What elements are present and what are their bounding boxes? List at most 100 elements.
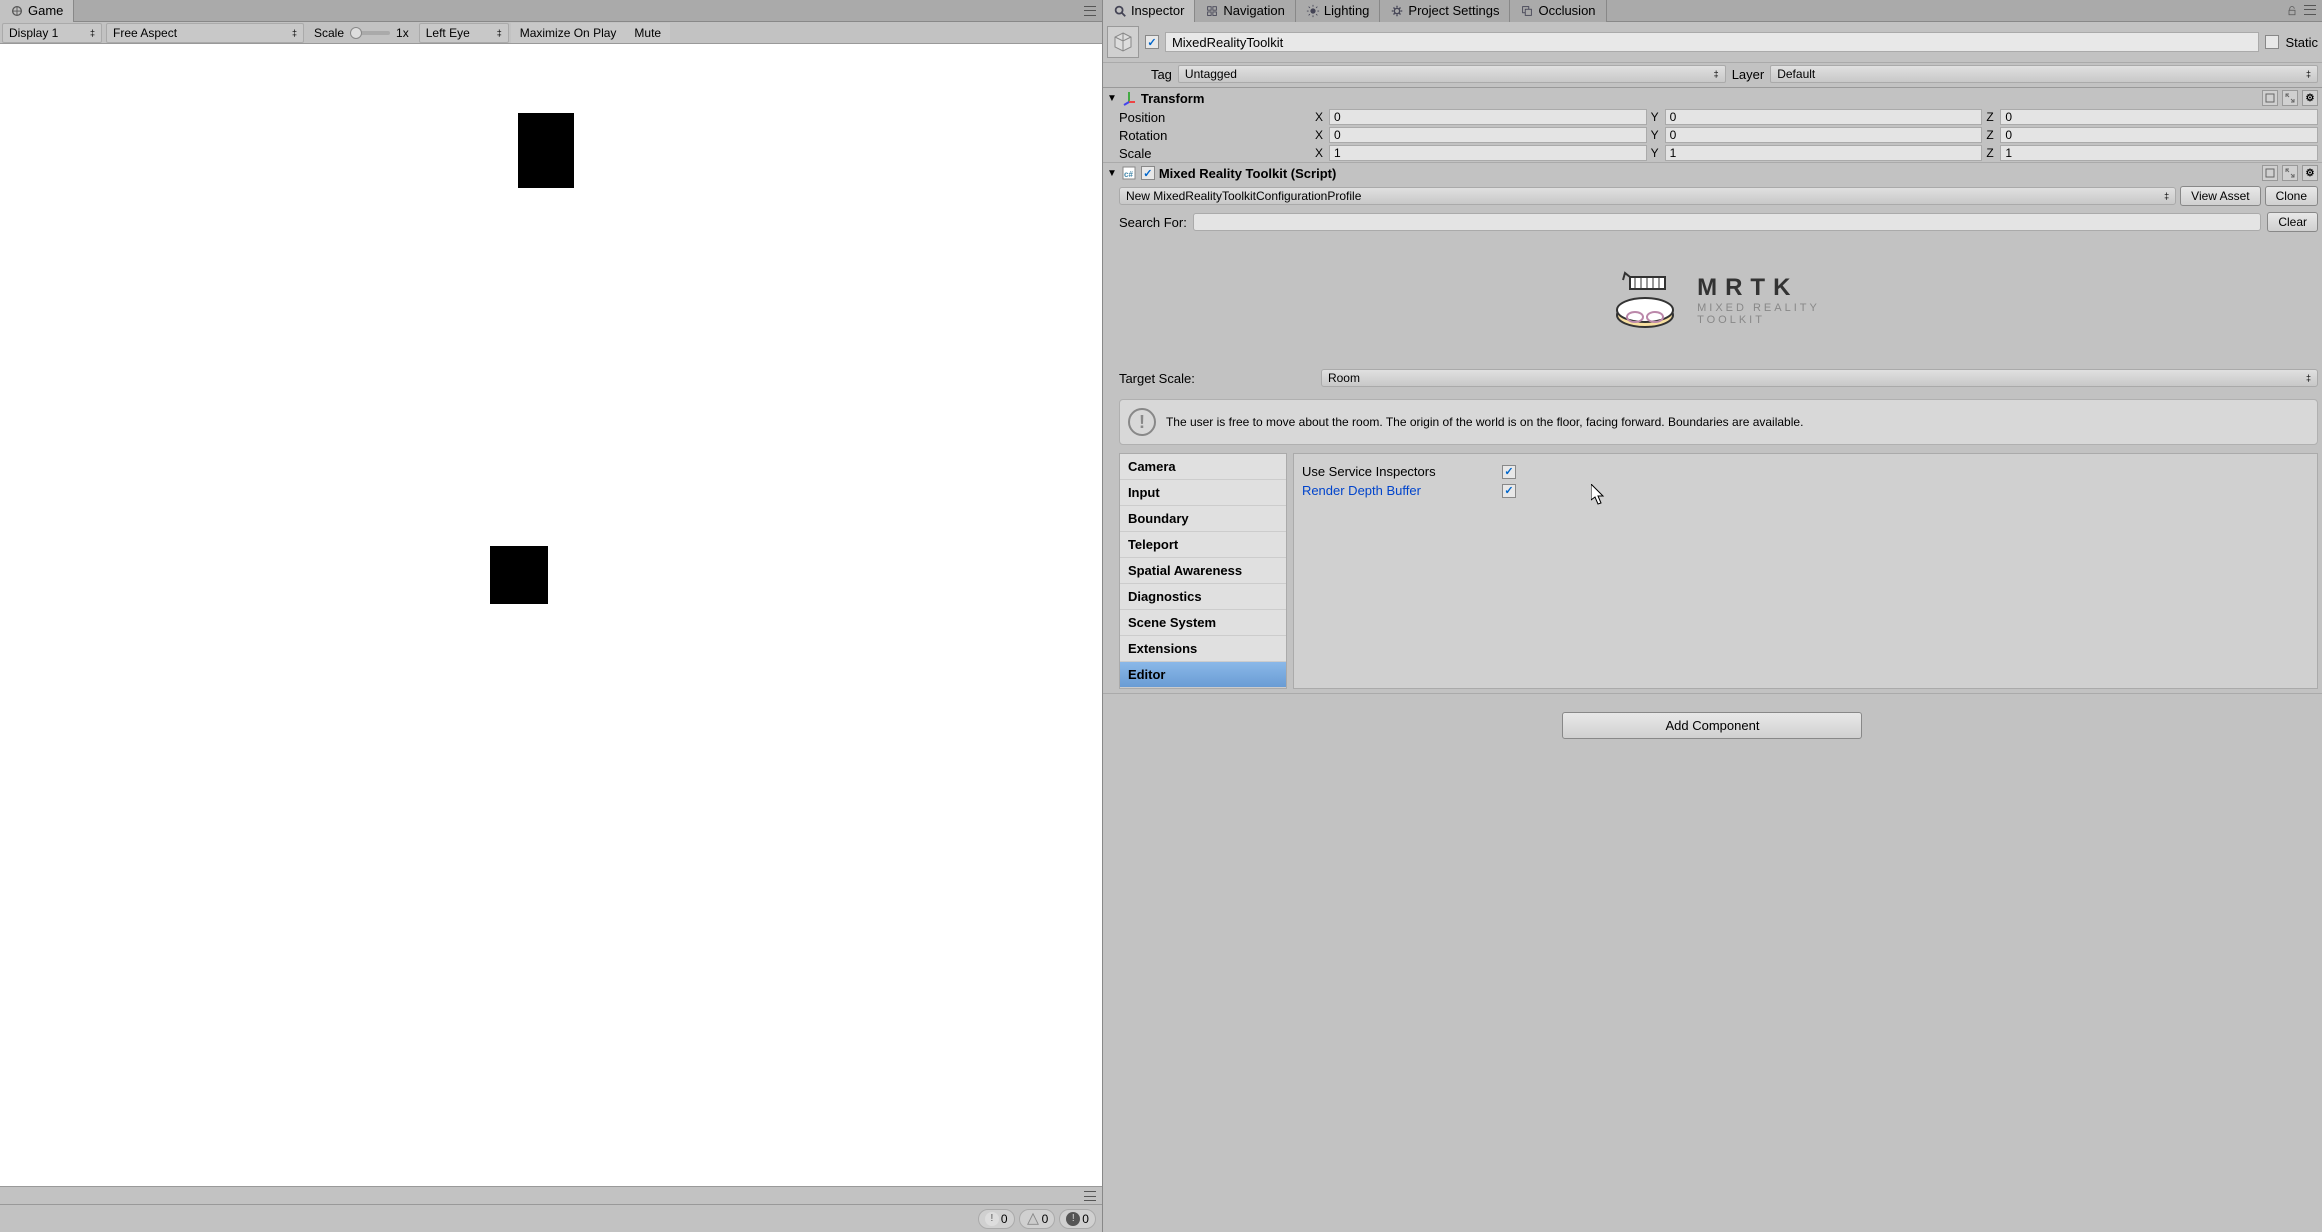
mrtk-enabled-checkbox[interactable]	[1141, 166, 1155, 180]
search-input[interactable]	[1193, 213, 2261, 231]
navigation-tab[interactable]: Navigation	[1195, 0, 1295, 22]
inspector-icon	[1113, 4, 1127, 18]
profile-value: New MixedRealityToolkitConfigurationProf…	[1126, 189, 1361, 203]
rotation-x-input[interactable]	[1329, 127, 1647, 143]
gameobject-header: Static	[1103, 22, 2322, 63]
info-icon: !	[1128, 408, 1156, 436]
render-depth-checkbox[interactable]	[1502, 484, 1516, 498]
transform-foldout-icon[interactable]: ▼	[1107, 93, 1117, 104]
inspector-tab[interactable]: Inspector	[1103, 0, 1195, 22]
lighting-tab[interactable]: Lighting	[1296, 0, 1381, 22]
gameobject-active-checkbox[interactable]	[1145, 35, 1159, 49]
config-tab-spatial[interactable]: Spatial Awareness	[1120, 558, 1286, 584]
mrtk-title: Mixed Reality Toolkit (Script)	[1159, 166, 1336, 181]
z-label: Z	[1986, 110, 1998, 124]
position-label: Position	[1119, 110, 1311, 125]
mrtk-logo-sub1: MIXED REALITY	[1697, 302, 1820, 314]
navigation-icon	[1205, 4, 1219, 18]
console-header	[0, 1186, 1102, 1204]
clone-button[interactable]: Clone	[2265, 186, 2318, 206]
rotation-row: Rotation X Y Z	[1103, 126, 2322, 144]
navigation-tab-label: Navigation	[1223, 3, 1284, 18]
scale-z-input[interactable]	[2000, 145, 2318, 161]
render-depth-label[interactable]: Render Depth Buffer	[1302, 483, 1494, 498]
gameobject-icon[interactable]	[1107, 26, 1139, 58]
console-bar: ! 0 0 ! 0	[0, 1204, 1102, 1232]
display-dropdown[interactable]: Display 1‡	[2, 23, 102, 43]
scale-slider[interactable]: Scale 1x	[306, 26, 417, 40]
error-count: 0	[1082, 1212, 1089, 1226]
inspector-menu-icon[interactable]	[2304, 5, 2316, 15]
z-label: Z	[1986, 128, 1998, 142]
layer-dropdown[interactable]: Default‡	[1770, 65, 2318, 83]
panel-menu-icon[interactable]	[1084, 6, 1096, 16]
mrtk-foldout-icon[interactable]: ▼	[1107, 168, 1117, 179]
rotation-z-input[interactable]	[2000, 127, 2318, 143]
static-label: Static	[2285, 35, 2318, 50]
tag-value: Untagged	[1185, 67, 1237, 81]
mrtk-settings-button[interactable]: ⚙	[2302, 165, 2318, 181]
config-tab-diagnostics[interactable]: Diagnostics	[1120, 584, 1286, 610]
project-settings-tab[interactable]: Project Settings	[1380, 0, 1510, 22]
profile-row: New MixedRealityToolkitConfigurationProf…	[1103, 183, 2322, 209]
view-asset-button[interactable]: View Asset	[2180, 186, 2260, 206]
scale-y-input[interactable]	[1665, 145, 1983, 161]
inspector-tab-bar: Inspector Navigation Lighting Project Se…	[1103, 0, 2322, 22]
lighting-tab-label: Lighting	[1324, 3, 1370, 18]
scale-label: Scale	[314, 26, 344, 40]
config-tab-scene[interactable]: Scene System	[1120, 610, 1286, 636]
lock-icon[interactable]	[2286, 5, 2298, 17]
config-tab-boundary[interactable]: Boundary	[1120, 506, 1286, 532]
maximize-button[interactable]: Maximize On Play	[511, 23, 626, 43]
mrtk-help-button[interactable]	[2262, 165, 2278, 181]
gameobject-name-input[interactable]	[1165, 32, 2260, 52]
layer-label: Layer	[1732, 67, 1765, 82]
config-tab-camera[interactable]: Camera	[1120, 454, 1286, 480]
clear-button[interactable]: Clear	[2267, 212, 2318, 232]
occlusion-tab[interactable]: Occlusion	[1510, 0, 1606, 22]
transform-reset-button[interactable]	[2282, 90, 2298, 106]
transform-title: Transform	[1141, 91, 1205, 106]
aspect-dropdown[interactable]: Free Aspect‡	[106, 23, 304, 43]
config-tab-teleport[interactable]: Teleport	[1120, 532, 1286, 558]
position-z-input[interactable]	[2000, 109, 2318, 125]
profile-dropdown[interactable]: New MixedRealityToolkitConfigurationProf…	[1119, 187, 2176, 205]
game-tab[interactable]: Game	[0, 0, 74, 22]
console-info-badge[interactable]: ! 0	[978, 1209, 1015, 1229]
game-object-1	[518, 113, 574, 188]
mrtk-reset-button[interactable]	[2282, 165, 2298, 181]
target-scale-label: Target Scale:	[1119, 371, 1315, 386]
transform-settings-button[interactable]: ⚙	[2302, 90, 2318, 106]
config-tab-editor[interactable]: Editor	[1120, 662, 1286, 688]
svg-text:c#: c#	[1124, 170, 1133, 179]
transform-header[interactable]: ▼ Transform ⚙	[1103, 88, 2322, 108]
mrtk-header[interactable]: ▼ c# Mixed Reality Toolkit (Script) ⚙	[1103, 163, 2322, 183]
cube-icon	[1111, 30, 1135, 54]
position-y-input[interactable]	[1665, 109, 1983, 125]
lighting-icon	[1306, 4, 1320, 18]
static-checkbox[interactable]	[2265, 35, 2279, 49]
mute-button[interactable]: Mute	[625, 23, 670, 43]
config-tab-input[interactable]: Input	[1120, 480, 1286, 506]
mrtk-logo-icon	[1605, 265, 1685, 335]
transform-component: ▼ Transform ⚙ Position X Y	[1103, 88, 2322, 163]
console-menu-icon[interactable]	[1084, 1191, 1096, 1201]
target-scale-dropdown[interactable]: Room‡	[1321, 369, 2318, 387]
transform-help-button[interactable]	[2262, 90, 2278, 106]
eye-value: Left Eye	[426, 26, 470, 40]
scale-x-input[interactable]	[1329, 145, 1647, 161]
info-text: The user is free to move about the room.…	[1166, 415, 1803, 429]
eye-dropdown[interactable]: Left Eye‡	[419, 23, 509, 43]
layer-value: Default	[1777, 67, 1815, 81]
use-inspectors-checkbox[interactable]	[1502, 465, 1516, 479]
console-error-badge[interactable]: ! 0	[1059, 1209, 1096, 1229]
rotation-y-input[interactable]	[1665, 127, 1983, 143]
console-warn-badge[interactable]: 0	[1019, 1209, 1056, 1229]
game-tab-label: Game	[28, 3, 63, 18]
position-x-input[interactable]	[1329, 109, 1647, 125]
config-tab-extensions[interactable]: Extensions	[1120, 636, 1286, 662]
x-label: X	[1315, 128, 1327, 142]
scale-value: 1x	[396, 26, 409, 40]
add-component-button[interactable]: Add Component	[1562, 712, 1862, 739]
tag-dropdown[interactable]: Untagged‡	[1178, 65, 1726, 83]
